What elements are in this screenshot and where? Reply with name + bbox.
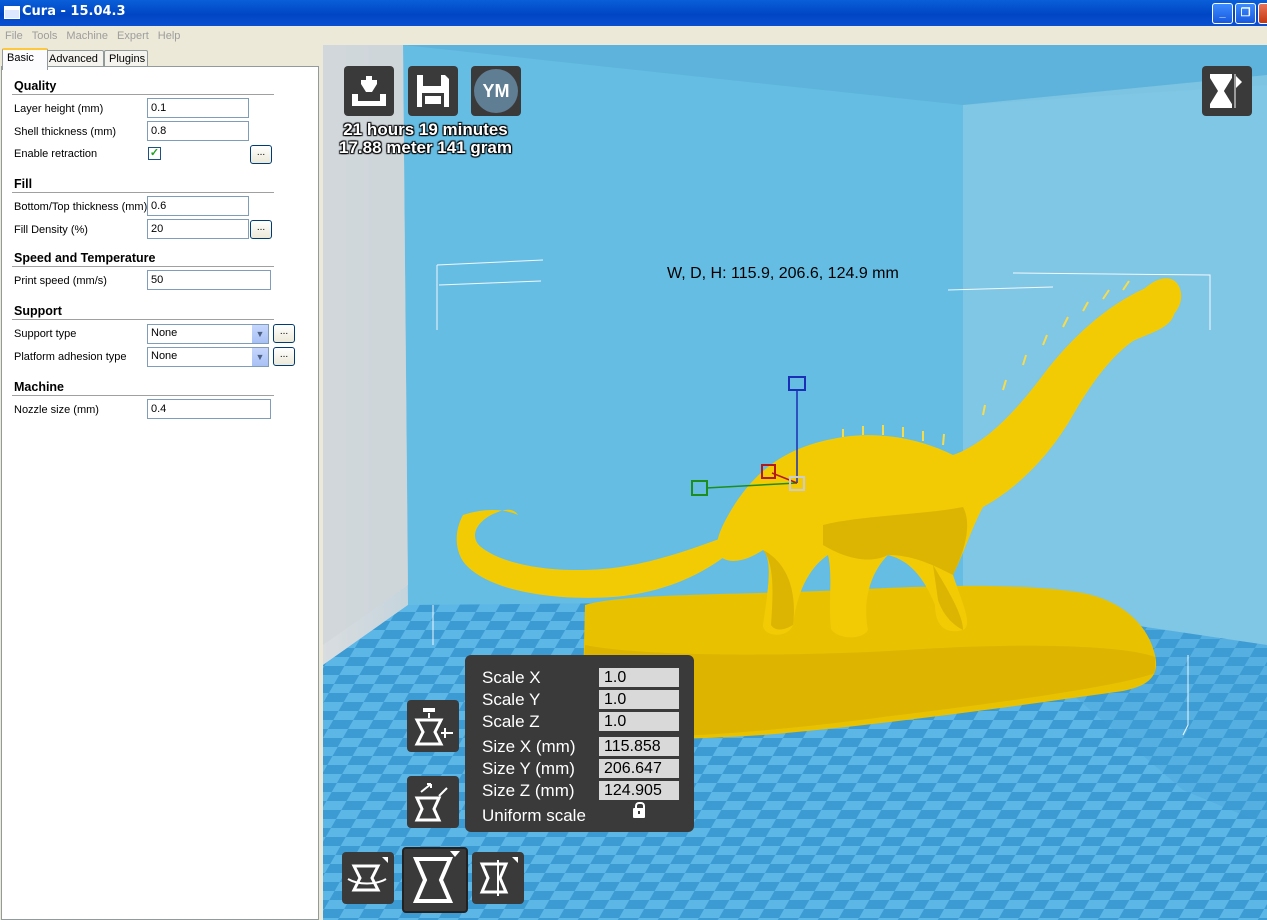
platform-adhesion-label: Platform adhesion type <box>14 351 127 363</box>
reset-scale-icon <box>414 708 453 746</box>
reset-scale-button[interactable] <box>407 700 459 752</box>
layer-height-field[interactable]: 0.1 <box>147 98 249 118</box>
scale-z-field[interactable]: 1.0 <box>599 712 679 731</box>
mirror-icon <box>479 857 518 896</box>
scale-x-field[interactable]: 1.0 <box>599 668 679 687</box>
view-mode-button[interactable] <box>1202 66 1252 116</box>
scale-z-label: Scale Z <box>482 712 540 731</box>
menu-file[interactable]: File <box>0 27 27 42</box>
section-divider <box>12 395 274 396</box>
chevron-down-icon: ▼ <box>252 348 268 366</box>
layer-height-label: Layer height (mm) <box>14 103 104 115</box>
print-material: 17.88 meter 141 gram <box>339 138 512 157</box>
rotate-icon <box>347 857 388 892</box>
fill-options-button[interactable]: ... <box>250 220 272 239</box>
scale-tool-button[interactable] <box>402 847 468 913</box>
section-machine: Machine <box>14 380 65 394</box>
load-model-icon <box>352 76 386 106</box>
scale-panel: Scale X 1.0 Scale Y 1.0 Scale Z 1.0 Size… <box>465 655 694 832</box>
size-z-field[interactable]: 124.905 <box>599 781 679 800</box>
scale-max-icon <box>414 783 448 822</box>
menu-tools[interactable]: Tools <box>27 27 62 42</box>
scale-icon <box>412 851 460 903</box>
section-divider <box>12 266 274 267</box>
save-gcode-button[interactable] <box>408 66 458 116</box>
support-type-value: None <box>151 327 178 339</box>
section-divider <box>12 192 274 193</box>
tab-basic[interactable]: Basic <box>2 48 48 70</box>
title-bar: Cura - 15.04.3 _ ❐ <box>0 0 1267 26</box>
scale-y-field[interactable]: 1.0 <box>599 690 679 709</box>
app-icon <box>4 6 20 19</box>
model-dimensions: W, D, H: 115.9, 206.6, 124.9 mm <box>667 265 899 282</box>
lock-icon[interactable] <box>633 802 645 818</box>
support-type-label: Support type <box>14 328 77 340</box>
size-y-field[interactable]: 206.647 <box>599 759 679 778</box>
section-quality: Quality <box>14 79 57 93</box>
size-x-field[interactable]: 115.858 <box>599 737 679 756</box>
print-time: 21 hours 19 minutes <box>343 120 508 139</box>
close-button[interactable] <box>1258 3 1267 24</box>
section-divider <box>12 94 274 95</box>
bottom-top-thickness-label: Bottom/Top thickness (mm) <box>14 201 148 213</box>
uniform-scale-label: Uniform scale <box>482 806 586 825</box>
scale-to-max-button[interactable] <box>407 776 459 828</box>
scale-x-label: Scale X <box>482 668 541 687</box>
youmagine-button[interactable]: YM <box>471 66 521 116</box>
window-title: Cura - 15.04.3 <box>22 4 126 19</box>
menu-bar: File Tools Machine Expert Help <box>0 26 1267 45</box>
nozzle-size-label: Nozzle size (mm) <box>14 404 99 416</box>
size-y-label: Size Y (mm) <box>482 759 575 778</box>
section-divider <box>12 319 274 320</box>
support-options-button[interactable]: ... <box>273 324 295 343</box>
retraction-label: Enable retraction <box>14 148 98 160</box>
platform-adhesion-value: None <box>151 350 178 362</box>
rotate-tool-button[interactable] <box>342 852 394 904</box>
save-icon <box>417 75 449 107</box>
load-model-button[interactable] <box>344 66 394 116</box>
3d-viewport[interactable]: YM 21 hours 19 minutes 17.88 meter 141 g… <box>323 45 1267 920</box>
bottom-top-thickness-field[interactable]: 0.6 <box>147 196 249 216</box>
nozzle-size-field[interactable]: 0.4 <box>147 399 271 419</box>
platform-adhesion-select[interactable]: None ▼ <box>147 347 269 367</box>
shell-thickness-label: Shell thickness (mm) <box>14 126 117 138</box>
size-x-label: Size X (mm) <box>482 737 576 756</box>
menu-help[interactable]: Help <box>153 27 185 42</box>
retraction-checkbox[interactable]: ✓ <box>148 147 161 160</box>
fill-density-label: Fill Density (%) <box>14 224 88 236</box>
shell-thickness-field[interactable]: 0.8 <box>147 121 249 141</box>
youmagine-label: YM <box>482 81 510 101</box>
settings-sidebar: Basic Advanced Plugins Quality Layer hei… <box>0 45 323 920</box>
menu-expert[interactable]: Expert <box>112 27 153 42</box>
view-mode-icon <box>1210 74 1242 108</box>
print-speed-field[interactable]: 50 <box>147 270 271 290</box>
chevron-down-icon: ▼ <box>252 325 268 343</box>
support-type-select[interactable]: None ▼ <box>147 324 269 344</box>
minimize-button[interactable]: _ <box>1212 3 1233 24</box>
section-speed-temperature: Speed and Temperature <box>14 251 156 265</box>
size-z-label: Size Z (mm) <box>482 781 575 800</box>
scale-y-label: Scale Y <box>482 690 541 709</box>
fill-density-field[interactable]: 20 <box>147 219 249 239</box>
mirror-tool-button[interactable] <box>472 852 524 904</box>
section-support: Support <box>14 304 62 318</box>
adhesion-options-button[interactable]: ... <box>273 347 295 366</box>
retraction-options-button[interactable]: ... <box>250 145 272 164</box>
restore-button[interactable]: ❐ <box>1235 3 1256 24</box>
menu-machine[interactable]: Machine <box>61 27 112 42</box>
basic-settings-panel: Quality Layer height (mm) 0.1 Shell thic… <box>1 66 319 920</box>
section-fill: Fill <box>14 177 33 191</box>
print-speed-label: Print speed (mm/s) <box>14 275 107 287</box>
